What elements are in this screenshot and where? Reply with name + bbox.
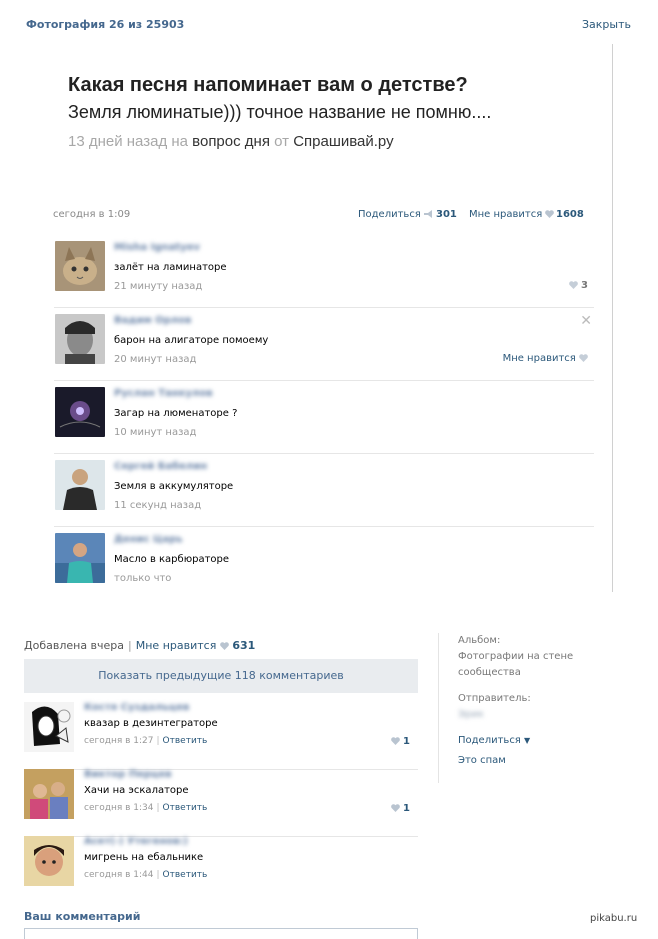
album-label: Альбом: [458, 635, 501, 646]
inner-comment: Сергей Бабелин Земля в аккумуляторе 11 с… [54, 454, 594, 527]
avatar[interactable] [24, 836, 74, 886]
photo-like-count: 631 [232, 639, 256, 652]
heart-icon [390, 804, 400, 812]
comment-author[interactable]: Виктор Перцев [84, 769, 172, 780]
heart-icon [545, 210, 555, 218]
comment: Виктор Перцев Хачи на эскалаторе сегодня… [24, 769, 418, 837]
comment-like-label: Мне нравится [502, 353, 576, 364]
comment-author[interactable]: Misha Ignatyev [114, 242, 200, 253]
comment-text: барон на алигаторе помоему [114, 335, 269, 346]
avatar[interactable] [55, 460, 105, 510]
comment-time: сегодня в 1:44 [84, 870, 154, 880]
avatar[interactable] [24, 702, 74, 752]
comment-author[interactable]: Костя Суздальцев [84, 702, 189, 713]
comment-time: 20 минут назад [114, 354, 197, 365]
sidebar-divider [438, 633, 439, 783]
comment-time: 21 минуту назад [114, 281, 203, 292]
inner-comment: Денис Царь Масло в карбюраторе только чт… [54, 527, 594, 599]
post-share-count: 301 [436, 209, 457, 220]
inner-comment: Руслан Танкулов Загар на люменаторе ? 10… [54, 381, 594, 454]
comment-meta: сегодня в 1:34 | Ответить [84, 803, 208, 813]
comment-time: сегодня в 1:27 [84, 736, 154, 746]
comment-time: 11 секунд назад [114, 500, 202, 511]
comment-author[interactable]: Асет(-) Утегенов:) [84, 836, 188, 847]
share-label: Поделиться [458, 735, 521, 746]
avatar[interactable] [55, 241, 105, 291]
post-like-label: Мне нравится [469, 209, 543, 220]
comment-author[interactable]: Вадим Орлов [114, 315, 191, 326]
avatar[interactable] [55, 387, 105, 437]
question-meta-mid: от [274, 133, 290, 150]
close-icon[interactable]: ✕ [580, 313, 592, 329]
megaphone-icon [424, 210, 433, 218]
reply-link[interactable]: Ответить [163, 803, 208, 813]
photo-counter: Фотография 26 из 25903 [26, 18, 185, 31]
avatar[interactable] [24, 769, 74, 819]
comment-like-count: 1 [403, 803, 410, 814]
caret-down-icon: ▼ [524, 736, 531, 745]
post-date: сегодня в 1:09 [53, 209, 131, 220]
comment-like-button[interactable]: 1 [390, 803, 410, 814]
post-share-button[interactable]: Поделиться [358, 209, 433, 220]
comment-author[interactable]: Руслан Танкулов [114, 388, 213, 399]
watermark: pikabu.ru [590, 913, 638, 924]
comment: Костя Суздальцев квазар в дезинтеграторе… [24, 702, 418, 770]
question-title: Какая песня напоминает вам о детстве? [68, 74, 468, 96]
post-like-button[interactable]: Мне нравится [469, 209, 555, 220]
comment-author[interactable]: Денис Царь [114, 534, 183, 545]
reply-link[interactable]: Ответить [163, 736, 208, 746]
heart-icon [579, 354, 588, 362]
comment-meta: сегодня в 1:44 | Ответить [84, 870, 208, 880]
heart-icon [390, 737, 400, 745]
comment-like-button[interactable]: Мне нравится [503, 353, 588, 364]
comment-like-count: 3 [581, 280, 588, 291]
share-dropdown[interactable]: Поделиться ▼ [458, 735, 530, 746]
comment-time: сегодня в 1:34 [84, 803, 154, 813]
photo-like-button[interactable]: Мне нравится [136, 639, 217, 652]
question-answer: Земля люминатые))) точное название не по… [68, 102, 492, 122]
comment: Асет(-) Утегенов:) мигрень на ебальнике … [24, 836, 418, 903]
comment-text: залёт на ламинаторе [114, 262, 227, 273]
comment-time: 10 минут назад [114, 427, 197, 438]
heart-icon [219, 642, 229, 650]
photo-added-line: Добавлена вчера | Мне нравится 631 [24, 639, 256, 652]
comment-like-button[interactable]: 1 [390, 736, 410, 747]
heart-icon [568, 281, 578, 289]
comment-text: квазар в дезинтеграторе [84, 718, 218, 729]
comment-text: мигрень на ебальнике [84, 852, 204, 863]
post-like-count: 1608 [556, 209, 584, 220]
question-meta-source: Спрашивай.ру [293, 133, 394, 150]
comment-text: Загар на люменаторе ? [114, 408, 238, 419]
sender-label: Отправитель: [458, 693, 531, 704]
question-meta-link: вопрос дня [192, 133, 270, 150]
inner-comment: Misha Ignatyev залёт на ламинаторе 21 ми… [54, 235, 594, 308]
comment-text: Земля в аккумуляторе [114, 481, 234, 492]
sender-value[interactable]: Эрик [458, 707, 638, 723]
comment-text: Масло в карбюраторе [114, 554, 230, 565]
close-link[interactable]: Закрыть [582, 18, 631, 31]
question-meta: 13 дней назад на вопрос дня от Спрашивай… [68, 133, 394, 150]
reply-link[interactable]: Ответить [163, 870, 208, 880]
inner-comment: Вадим Орлов барон на алигаторе помоему 2… [54, 308, 594, 381]
your-comment-heading: Ваш комментарий [24, 910, 141, 923]
post-share-label: Поделиться [358, 209, 421, 220]
photo-info-sidebar: Альбом: Фотографии на стене сообщества О… [458, 633, 638, 769]
show-previous-comments-button[interactable]: Показать предыдущие 118 комментариев [24, 659, 418, 693]
avatar[interactable] [55, 533, 105, 583]
report-spam-link[interactable]: Это спам [458, 753, 638, 769]
comment-time: только что [114, 573, 172, 584]
comment-like-count: 1 [403, 736, 410, 747]
comment-text: Хачи на эскалаторе [84, 785, 189, 796]
comment-meta: сегодня в 1:27 | Ответить [84, 736, 208, 746]
avatar[interactable] [55, 314, 105, 364]
comment-like-button[interactable]: 3 [568, 280, 588, 291]
comment-author[interactable]: Сергей Бабелин [114, 461, 207, 472]
added-date: Добавлена вчера [24, 639, 125, 652]
question-meta-prefix: 13 дней назад на [68, 133, 188, 150]
album-value[interactable]: Фотографии на стене сообщества [458, 649, 638, 681]
